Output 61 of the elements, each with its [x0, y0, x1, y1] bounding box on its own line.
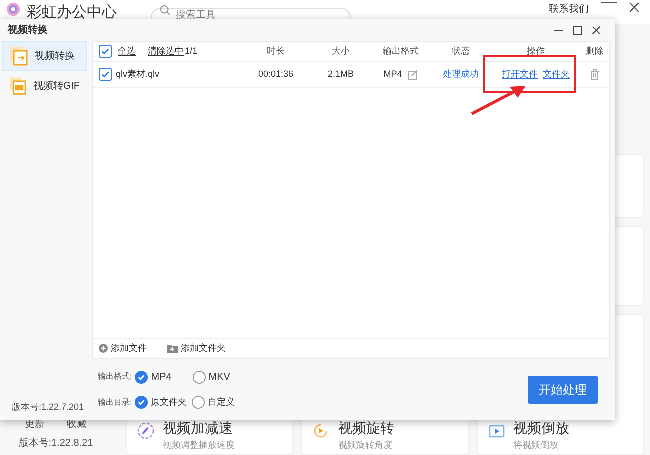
radio-label[interactable]: MP4 — [151, 370, 172, 385]
option-label: 输出格式: — [98, 371, 132, 384]
column-header: 时长 — [266, 44, 286, 58]
sidebar-item[interactable]: 视频转GIF — [2, 71, 87, 101]
close-icon[interactable] — [592, 26, 601, 34]
edit-icon[interactable] — [408, 70, 418, 80]
table-cell-text: 2.1MB — [326, 68, 355, 81]
arrow-drawing — [470, 84, 528, 116]
option-label: 输出目录: — [98, 396, 132, 408]
check-icon — [101, 47, 110, 56]
radio-button[interactable] — [192, 396, 206, 409]
checkbox[interactable] — [99, 68, 112, 81]
radio-label[interactable]: 原文件夹 — [151, 396, 188, 410]
start-button[interactable]: 开始处理 — [528, 376, 598, 404]
radio-button[interactable] — [192, 370, 206, 384]
file-name: qlv素材.qlv — [116, 68, 160, 81]
check-icon — [101, 70, 110, 79]
gif-icon — [9, 76, 28, 96]
maximize-button[interactable] — [573, 26, 582, 34]
tool-name: 视频倒放 — [514, 418, 570, 438]
table-cell-text: 00:01:36 — [257, 68, 295, 81]
add-folder-icon — [167, 344, 178, 353]
app-title: 彩虹办公中心 — [27, 3, 117, 23]
action-link[interactable]: 打开文件 — [502, 68, 538, 82]
contact-link[interactable]: 联系我们 — [549, 2, 589, 17]
column-header: 输出格式 — [382, 44, 420, 58]
tool-description: 视频旋转角度 — [338, 438, 394, 452]
video-file-icon — [9, 46, 29, 66]
dialog-title: 视频转换 — [8, 24, 48, 38]
checkbox[interactable] — [99, 45, 112, 58]
speedometer-icon — [137, 422, 155, 440]
column-header: 大小 — [331, 44, 351, 58]
add-icon — [99, 344, 108, 353]
version-text: 版本号:1.22.7.201 — [12, 400, 86, 414]
trash-icon[interactable] — [590, 69, 600, 80]
radio-label[interactable]: MKV — [208, 370, 230, 385]
rotate-icon — [312, 422, 330, 440]
column-header: 操作 — [526, 44, 546, 58]
column-header: 状态 — [451, 44, 471, 58]
status-text: 处理成功 — [442, 68, 480, 81]
selection-count: 1/1 — [185, 44, 198, 58]
check-icon — [137, 372, 146, 382]
version-text: 版本号:1.22.8.21 — [18, 436, 94, 451]
add-file-button[interactable]: 添加文件 — [111, 342, 147, 356]
add-folder-button[interactable]: 添加文件夹 — [181, 342, 226, 356]
tool-description: 视频调整播放速度 — [163, 438, 235, 452]
close-icon[interactable] — [629, 2, 640, 13]
radio-button[interactable] — [135, 396, 148, 409]
search-icon — [160, 5, 171, 16]
column-header: 删除 — [585, 44, 605, 58]
radio-label[interactable]: 自定义 — [208, 396, 236, 410]
radio-button[interactable] — [135, 370, 148, 384]
table-cell-text: MP4 — [384, 68, 402, 81]
sidebar-item[interactable]: 视频转换 — [2, 41, 87, 71]
tool-name: 视频加减速 — [163, 418, 234, 438]
check-icon — [137, 398, 146, 407]
clear-selection-link[interactable]: 清除选中 — [148, 44, 184, 58]
select-all-link[interactable]: 全选 — [118, 44, 136, 58]
action-link[interactable]: 文件夹 — [543, 68, 570, 82]
tool-name: 视频旋转 — [338, 418, 394, 438]
tool-description: 将视频倒放 — [514, 438, 560, 452]
